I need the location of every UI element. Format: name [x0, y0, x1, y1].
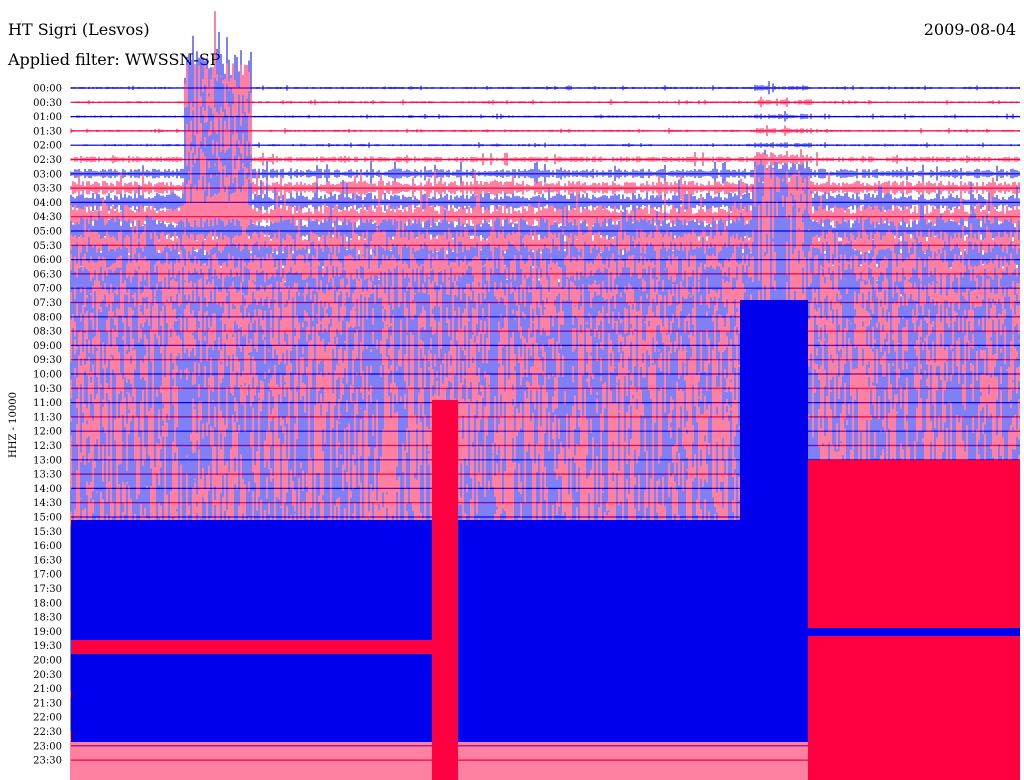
time-tick-label: 11:00: [33, 398, 62, 409]
time-tick-label: 06:00: [33, 255, 62, 266]
time-tick-label: 09:30: [33, 355, 62, 366]
time-tick-label: 16:00: [33, 541, 62, 552]
time-tick-label: 00:00: [33, 84, 62, 95]
event-burst: [740, 300, 808, 640]
trace-band: [71, 640, 441, 654]
event-burst: [432, 400, 458, 780]
time-tick-label: 23:00: [33, 741, 62, 752]
time-tick-label: 08:30: [33, 327, 62, 338]
time-tick-label: 14:00: [33, 484, 62, 495]
time-tick-label: 20:00: [33, 656, 62, 667]
time-tick-label: 16:30: [33, 555, 62, 566]
saturated-region: [808, 460, 1020, 780]
trace-band: [808, 628, 1020, 636]
time-tick-label: 18:30: [33, 613, 62, 624]
time-tick-label: 12:30: [33, 441, 62, 452]
time-tick-label: 21:00: [33, 684, 62, 695]
time-tick-label: 03:30: [33, 184, 62, 195]
time-tick-label: 21:30: [33, 698, 62, 709]
time-tick-label: 05:00: [33, 227, 62, 238]
time-tick-label: 09:00: [33, 341, 62, 352]
time-tick-label: 02:30: [33, 155, 62, 166]
time-tick-label: 01:00: [33, 112, 62, 123]
helicorder-chart: HT Sigri (Lesvos) 2009-08-04 Applied fil…: [0, 0, 1024, 780]
time-tick-label: 13:30: [33, 470, 62, 481]
time-tick-label: 17:00: [33, 570, 62, 581]
time-tick-label: 00:30: [33, 98, 62, 109]
time-tick-label: 15:30: [33, 527, 62, 538]
time-tick-label: 06:30: [33, 269, 62, 280]
time-tick-label: 11:30: [33, 412, 62, 423]
seismogram-plot: 00:00 00:30 01:00 01:30 02:00 02:30 03:00 03:30…: [8, 11, 1020, 780]
time-tick-label: 19:00: [33, 627, 62, 638]
time-tick-label: 02:00: [33, 141, 62, 152]
time-tick-label: 04:30: [33, 212, 62, 223]
time-tick-label: 12:00: [33, 427, 62, 438]
time-tick-label: 08:00: [33, 312, 62, 323]
time-tick-label: 03:00: [33, 169, 62, 180]
time-tick-label: 17:30: [33, 584, 62, 595]
time-tick-label: 01:30: [33, 126, 62, 137]
time-tick-label: 13:00: [33, 455, 62, 466]
time-tick-label: 07:30: [33, 298, 62, 309]
time-tick-label: 20:30: [33, 670, 62, 681]
time-tick-label: 23:30: [33, 756, 62, 767]
time-tick-label: 10:30: [33, 384, 62, 395]
time-tick-label: 05:30: [33, 241, 62, 252]
trace-layer: [70, 11, 1020, 780]
time-tick-label: 18:00: [33, 598, 62, 609]
y-axis-label: HHZ - 10000: [8, 392, 19, 458]
time-tick-label: 07:00: [33, 284, 62, 295]
time-tick-label: 15:00: [33, 513, 62, 524]
time-tick-label: 22:30: [33, 727, 62, 738]
time-tick-label: 19:30: [33, 641, 62, 652]
time-tick-label: 10:00: [33, 370, 62, 381]
time-tick-label: 14:30: [33, 498, 62, 509]
time-tick-labels: 00:00 00:30 01:00 01:30 02:00 02:30 03:00 03:30…: [33, 84, 62, 767]
time-tick-label: 22:00: [33, 713, 62, 724]
time-tick-label: 04:00: [33, 198, 62, 209]
